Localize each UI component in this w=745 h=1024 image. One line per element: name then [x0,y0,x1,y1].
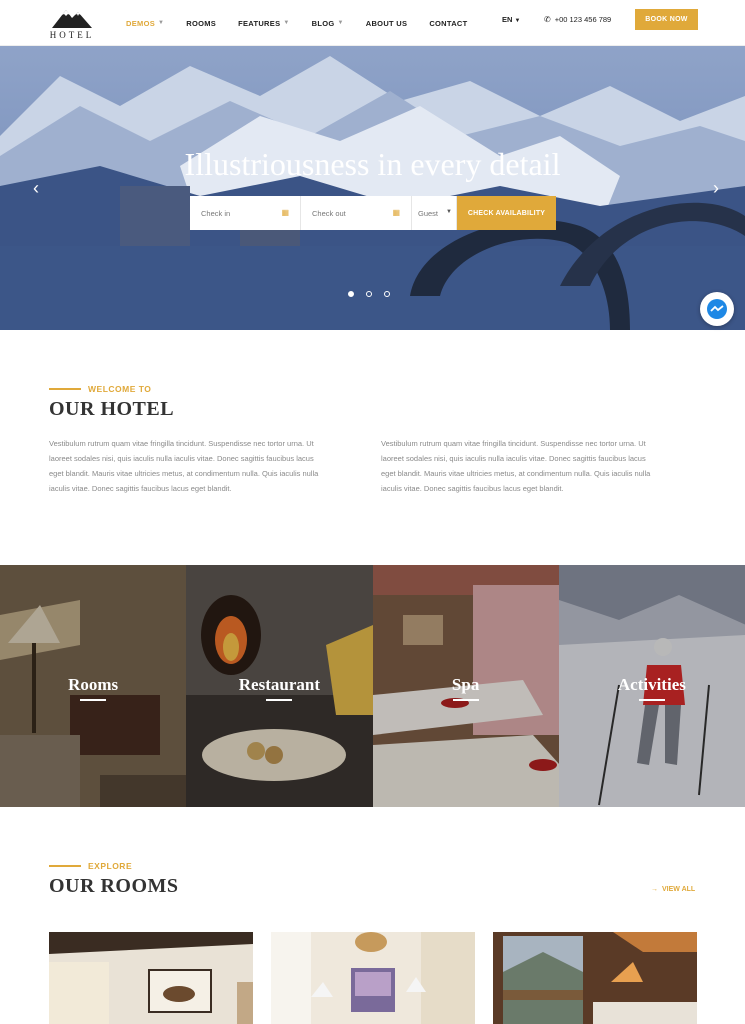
room-image [271,932,475,1024]
kicker-line [49,388,81,390]
booking-search-bar: Check in ▦ Check out ▦ Guest ▼ CHECK AVA… [190,196,556,230]
calendar-icon: ▦ [281,208,289,217]
check-availability-button[interactable]: CHECK AVAILABILITY [457,196,556,230]
nav-features[interactable]: FEATURES ▼ [238,19,290,28]
chevron-down-icon: ▼ [283,20,290,26]
chevron-left-icon: ‹ [33,177,39,198]
tile-spa[interactable]: Spa [372,565,559,807]
language-selector[interactable]: EN ▼ [502,15,520,24]
tile-rooms-label: Rooms [68,675,119,694]
nav-about-label: ABOUT US [365,18,408,28]
view-all-link[interactable]: → VIEW ALL [651,886,695,893]
caret-down-icon: ▼ [514,18,521,24]
messenger-icon [707,299,727,319]
welcome-title: OUR HOTEL [49,398,175,420]
nav-features-label: FEATURES [238,18,281,28]
main-nav: DEMOS ▼ ROOMS FEATURES ▼ BLOG ▼ ABOUT US CO… [126,0,490,46]
hotel-logo[interactable]: HOTEL [48,6,96,40]
book-now-button[interactable]: BOOK NOW [635,9,698,30]
arrow-right-icon: → [651,886,658,893]
room-card[interactable] [49,932,253,1024]
slider-prev-button[interactable]: ‹ [18,170,54,206]
chevron-down-icon: ▼ [158,20,165,26]
site-header: HOTEL DEMOS ▼ ROOMS FEATURES ▼ BLOG ▼ ABOUT… [0,0,745,46]
nav-about-us[interactable]: ABOUT US [366,19,408,28]
nav-demos[interactable]: DEMOS ▼ [126,19,164,28]
tile-underline [266,699,293,701]
hero-background-image [0,46,745,330]
nav-demos-label: DEMOS [126,18,156,28]
explore-kicker: EXPLORE [49,861,132,871]
room-image [493,932,697,1024]
slider-dot[interactable] [348,291,354,297]
welcome-paragraph-right: Vestibulum rutrum quam vitae fringilla t… [381,439,651,493]
tile-underline [80,699,107,701]
hero-title: Illustriousness in every detail [184,146,561,182]
tile-underline [638,699,665,701]
room-card[interactable] [493,932,697,1024]
phone-icon: ✆ [544,15,551,24]
tile-restaurant[interactable]: Restaurant [186,565,373,807]
nav-rooms[interactable]: ROOMS [186,19,216,28]
rooms-section-title: OUR ROOMS [49,875,179,897]
tile-restaurant-label: Restaurant [238,675,320,694]
phone-contact[interactable]: ✆ +00 123 456 789 [544,15,611,24]
welcome-paragraph-left: Vestibulum rutrum quam vitae fringilla t… [49,439,319,493]
nav-blog-label: BLOG [311,18,335,28]
checkin-placeholder: Check in [201,209,231,218]
kicker-line [49,865,81,867]
tile-underline [452,699,479,701]
caret-down-icon: ▼ [446,209,452,215]
slider-dot[interactable] [384,291,390,297]
guest-select[interactable]: Guest ▼ [412,196,457,230]
calendar-icon: ▦ [392,208,400,217]
logo-text: HOTEL [49,30,95,40]
hero-slider: Illustriousness in every detail Check in… [0,46,745,330]
slider-dot[interactable] [366,291,372,297]
chevron-right-icon: › [713,177,719,198]
view-all-label: VIEW ALL [662,886,696,893]
mountain-logo-icon [52,10,92,28]
guest-placeholder: Guest [418,209,439,218]
nav-rooms-label: ROOMS [186,18,217,28]
welcome-kicker: WELCOME TO [49,384,151,394]
nav-contact[interactable]: CONTACT [429,19,467,28]
tile-spa-label: Spa [451,675,480,694]
language-label: EN [502,15,513,24]
nav-contact-label: CONTACT [429,18,468,28]
tile-activities[interactable]: Activities [558,565,745,807]
welcome-kicker-text: WELCOME TO [88,384,152,394]
checkout-placeholder: Check out [312,209,346,218]
tile-activities-label: Activities [617,675,686,694]
phone-number: +00 123 456 789 [554,15,612,24]
room-image [49,932,253,1024]
checkout-field[interactable]: Check out ▦ [301,196,412,230]
messenger-chat-button[interactable] [700,292,734,326]
room-card[interactable] [271,932,475,1024]
slider-next-button[interactable]: › [698,170,734,206]
explore-kicker-text: EXPLORE [88,861,133,871]
feature-tiles: Rooms Restaurant Spa Activities [0,565,745,807]
checkin-field[interactable]: Check in ▦ [190,196,301,230]
slider-dots [348,291,402,297]
chevron-down-icon: ▼ [337,20,344,26]
nav-blog[interactable]: BLOG ▼ [312,19,344,28]
tile-rooms[interactable]: Rooms [0,565,187,807]
